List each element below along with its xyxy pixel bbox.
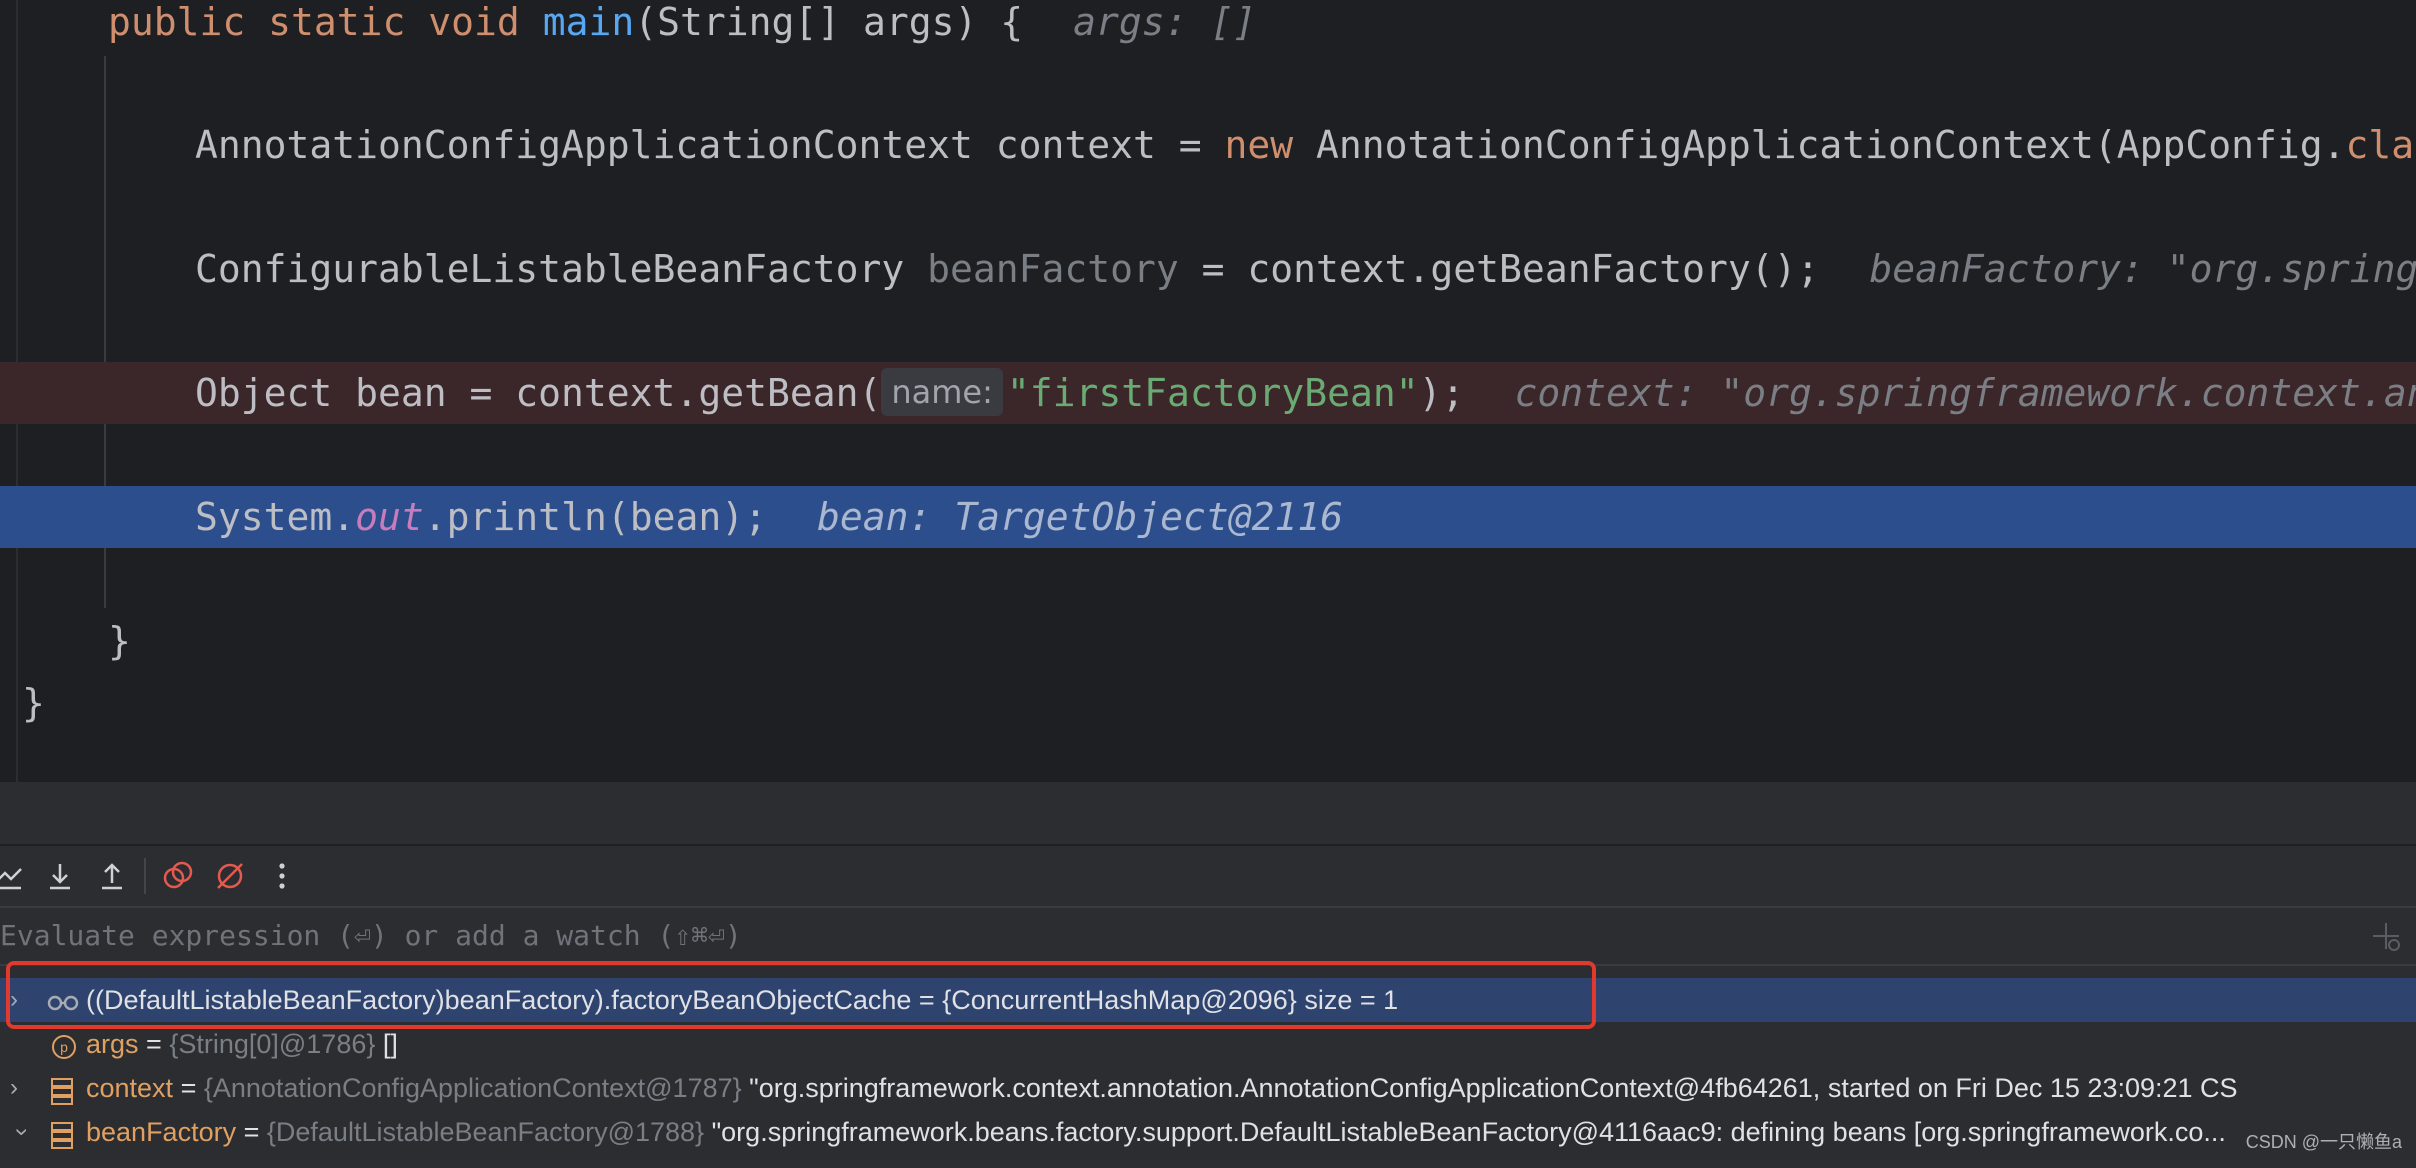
string-literal: "firstFactoryBean"	[1006, 371, 1419, 415]
code-line-breakpoint[interactable]: Object bean = context.getBean(name: "firs…	[0, 362, 2416, 424]
keyword: public static void	[108, 0, 543, 44]
variable-row-context[interactable]: › context = {AnnotationConfigApplication…	[0, 1066, 2416, 1110]
field-stack-icon	[50, 1074, 78, 1105]
code-line-close-class[interactable]: }	[0, 672, 2416, 734]
run-to-cursor-icon[interactable]	[0, 856, 28, 896]
watermark: CSDN @一只懒鱼a	[2245, 1132, 2402, 1152]
static-field: out	[355, 495, 424, 539]
panel-divider[interactable]	[0, 782, 2416, 844]
toolbar-separator	[144, 858, 146, 894]
unused-variable: beanFactory	[927, 247, 1179, 291]
code-text: );	[1418, 371, 1465, 415]
code-text: System.	[195, 495, 356, 539]
code-text: }	[22, 681, 45, 725]
code-line-main[interactable]: public static void main(String[] args) {…	[0, 0, 2416, 53]
inline-debug-hint: context: "org.springframework.context.an…	[1514, 371, 2416, 415]
step-into-icon[interactable]	[40, 856, 80, 896]
evaluate-bar	[0, 906, 2416, 966]
code-text: }	[108, 619, 131, 663]
keyword: new	[1224, 123, 1294, 167]
variable-type: {AnnotationConfigApplicationContext@1787…	[203, 1073, 742, 1103]
variable-value: "org.springframework.context.annotation.…	[741, 1073, 2238, 1103]
equals-sign: =	[138, 1029, 170, 1059]
variable-value: []	[375, 1029, 398, 1059]
code-text: (String[] args) {	[634, 0, 1024, 44]
variable-type: {DefaultListableBeanFactory@1788}	[266, 1117, 705, 1147]
code-text: AnnotationConfigApplicationContext conte…	[195, 123, 1225, 167]
more-icon[interactable]	[262, 856, 302, 896]
variable-name: beanFactory	[86, 1117, 237, 1147]
step-out-icon[interactable]	[92, 856, 132, 896]
debug-toolbar	[0, 846, 2416, 906]
field-stack-icon	[50, 1118, 78, 1149]
inline-debug-hint: args: []	[1073, 0, 1257, 44]
variable-name: context	[86, 1073, 174, 1103]
code-editor[interactable]: public static void main(String[] args) {…	[0, 0, 2416, 782]
chevron-down-icon[interactable]: ›	[0, 1120, 44, 1144]
inline-debug-hint: bean: TargetObject@2116	[816, 495, 1344, 539]
code-text: .println(bean);	[423, 495, 767, 539]
keyword: class	[2345, 123, 2416, 167]
equals-sign: =	[236, 1117, 267, 1147]
code-line-current-execution[interactable]: System.out.println(bean); bean: TargetObj…	[0, 486, 2416, 548]
code-text: AnnotationConfigApplicationContext(AppCo…	[1293, 123, 2346, 167]
inline-debug-hint: beanFactory: "org.springframew	[1869, 247, 2416, 291]
parameter-icon: p	[50, 1030, 78, 1059]
evaluate-expression-input[interactable]	[0, 908, 2340, 964]
view-breakpoints-icon[interactable]	[158, 856, 198, 896]
variable-value: "org.springframework.beans.factory.suppo…	[704, 1117, 2226, 1147]
variable-name: args	[86, 1029, 139, 1059]
parameter-name-hint: name:	[881, 367, 1003, 416]
code-text: = context.getBeanFactory();	[1178, 247, 1820, 291]
add-watch-icon[interactable]	[2364, 914, 2408, 958]
equals-sign: =	[173, 1073, 204, 1103]
method-name: main	[542, 0, 635, 44]
code-line-context[interactable]: AnnotationConfigApplicationContext conte…	[0, 114, 2416, 176]
chevron-right-icon[interactable]: ›	[10, 1066, 34, 1110]
code-line-close-method[interactable]: }	[0, 610, 2416, 672]
variable-row-beanfactory[interactable]: › beanFactory = {DefaultListableBeanFact…	[0, 1110, 2416, 1154]
code-text: ConfigurableListableBeanFactory	[195, 247, 928, 291]
variable-type: {String[0]@1786}	[169, 1029, 376, 1059]
code-text: Object bean = context.getBean(	[195, 371, 882, 415]
annotation-highlight-box	[6, 961, 1596, 1029]
code-line-beanfactory[interactable]: ConfigurableListableBeanFactory beanFact…	[0, 238, 2416, 300]
mute-breakpoints-icon[interactable]	[210, 856, 250, 896]
svg-text:p: p	[60, 1039, 68, 1055]
